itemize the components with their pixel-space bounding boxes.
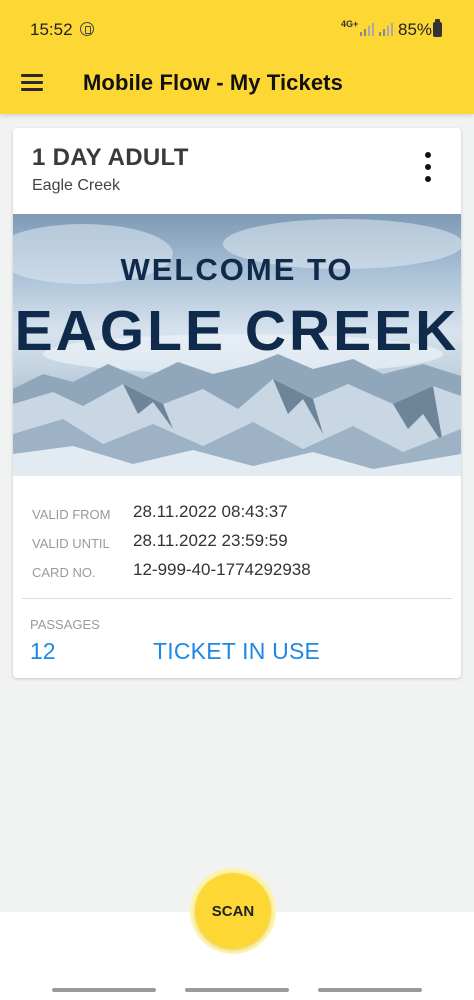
detail-label: CARD NO. <box>32 565 96 580</box>
detail-value: 28.11.2022 23:59:59 <box>133 531 288 550</box>
nav-home[interactable] <box>185 988 289 992</box>
nav-recents[interactable] <box>52 988 156 992</box>
passages-value: 12 <box>30 638 56 664</box>
divider <box>22 598 452 599</box>
app-bar: Mobile Flow - My Tickets <box>0 58 474 114</box>
more-options-icon[interactable] <box>418 150 438 184</box>
network-type: 4G+ <box>341 19 359 29</box>
notification-icon <box>80 22 94 36</box>
app-title: Mobile Flow - My Tickets <box>83 70 343 95</box>
scan-button[interactable]: SCAN <box>195 873 271 949</box>
status-bar: 15:52 4G+ 85% <box>0 0 474 58</box>
nav-back[interactable] <box>318 988 422 992</box>
ticket-resort: Eagle Creek <box>32 177 121 194</box>
passages-label: PASSAGES <box>30 617 100 632</box>
ticket-card[interactable]: 1 DAY ADULT Eagle Creek WELCOME TO EAGLE… <box>13 128 461 678</box>
detail-label: VALID FROM <box>32 507 111 522</box>
ticket-name: 1 DAY ADULT <box>32 144 189 171</box>
status-time: 15:52 <box>30 20 73 39</box>
detail-label: VALID UNTIL <box>32 536 110 551</box>
hamburger-menu-icon[interactable] <box>21 74 43 92</box>
ticket-banner-image: WELCOME TO EAGLE CREEK <box>13 214 461 476</box>
signal-icon-2 <box>379 23 393 36</box>
battery-icon <box>433 19 442 37</box>
detail-value: 12-999-40-1774292938 <box>133 560 311 579</box>
ticket-status: TICKET IN USE <box>153 638 321 664</box>
banner-welcome-text: WELCOME TO <box>120 252 354 287</box>
banner-resort-text: EAGLE CREEK <box>14 299 460 363</box>
battery-percent: 85% <box>398 20 433 39</box>
signal-icon <box>360 23 374 36</box>
detail-value: 28.11.2022 08:43:37 <box>133 502 288 521</box>
